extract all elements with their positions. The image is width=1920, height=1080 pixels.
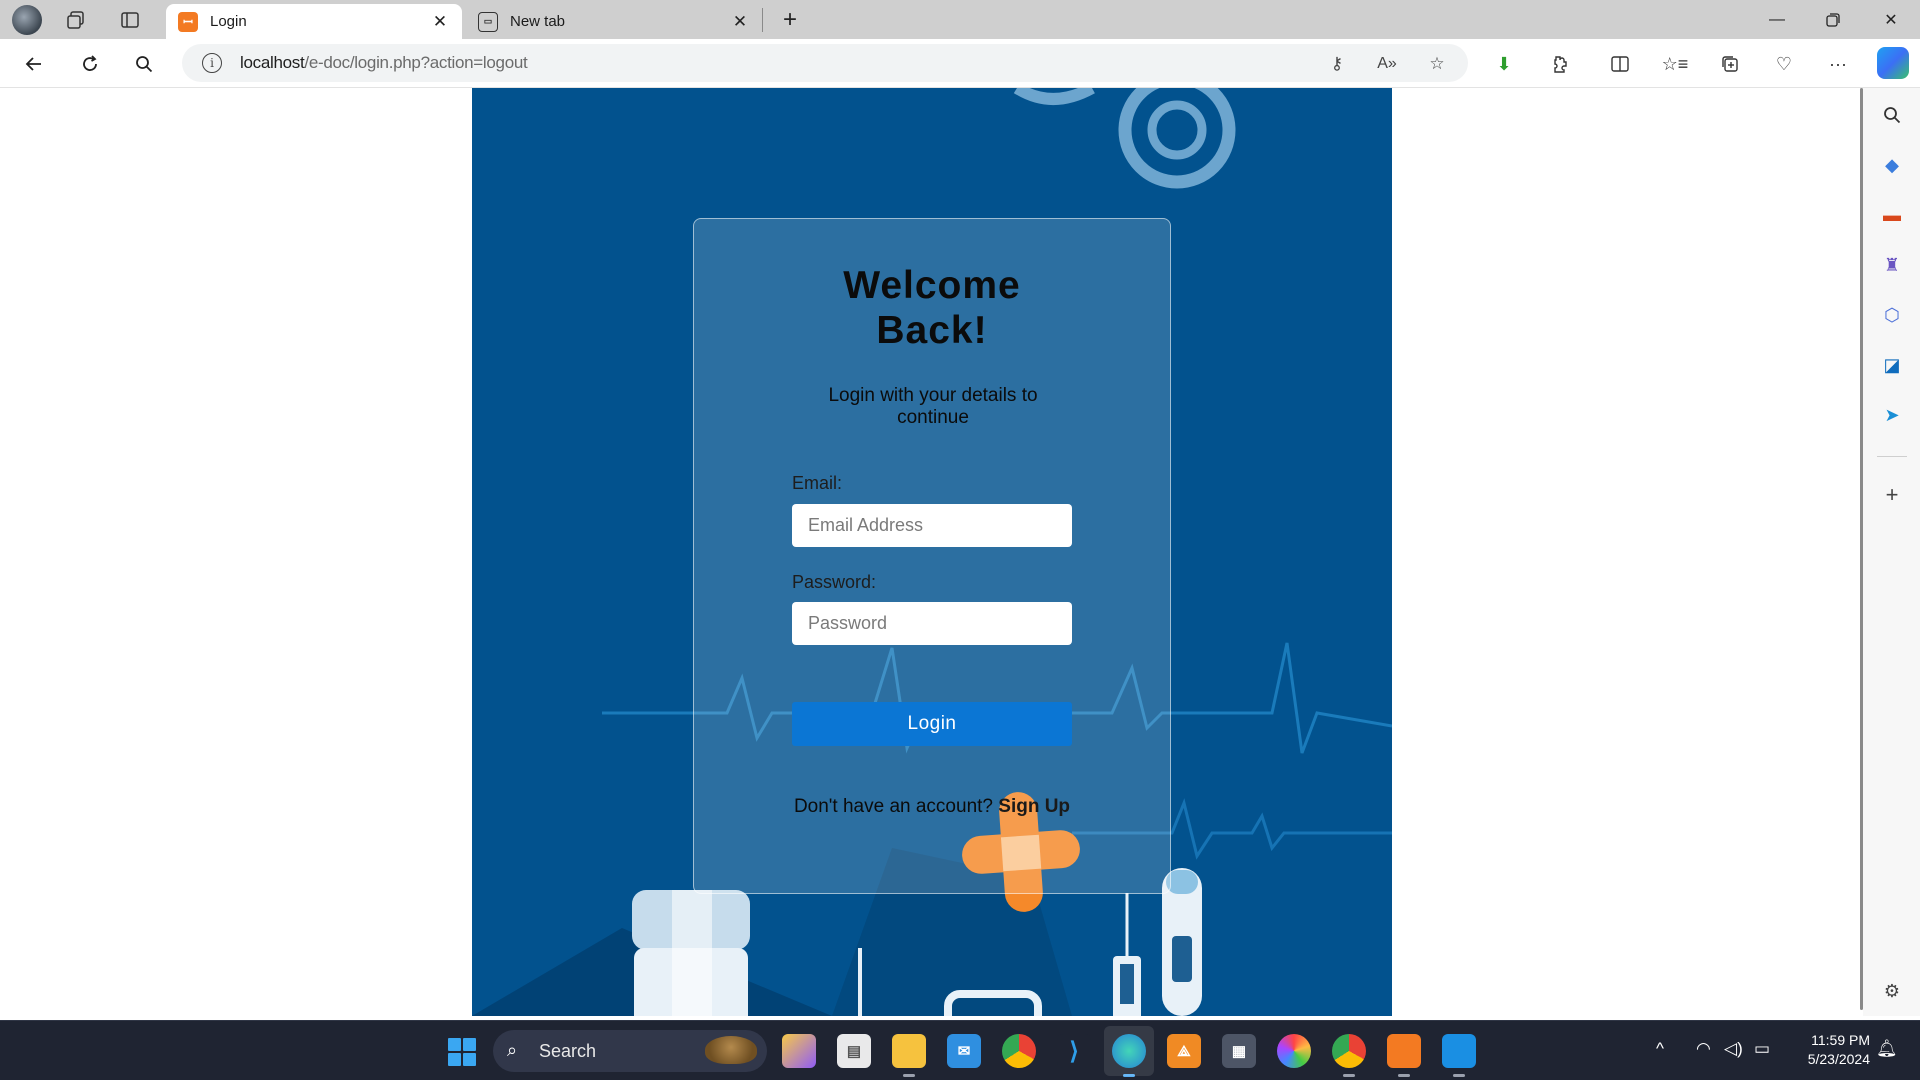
clock-date: 5/23/2024: [1807, 1051, 1870, 1067]
url-path: /e-doc/login.php?action=logout: [304, 53, 528, 72]
close-tab-icon[interactable]: ✕: [430, 12, 450, 32]
address-url: localhost/e-doc/login.php?action=logout: [240, 53, 528, 73]
clock-time: 11:59 PM: [1811, 1032, 1870, 1048]
new-tab-favicon-icon: ▭: [478, 11, 498, 32]
page-viewport: Welcome Back! Login with your details to…: [0, 88, 1862, 1016]
close-tab-icon[interactable]: ✕: [730, 12, 750, 32]
sidebar-search-icon[interactable]: [1879, 102, 1905, 128]
tab-label: New tab: [510, 13, 566, 30]
navigation-bar: i localhost/e-doc/login.php?action=logou…: [0, 39, 1920, 88]
read-aloud-icon[interactable]: A»: [1376, 53, 1398, 75]
split-screen-icon[interactable]: [1604, 48, 1636, 80]
outlook-icon[interactable]: ◪: [1879, 352, 1905, 378]
battery-icon[interactable]: ▭: [1754, 1039, 1770, 1059]
wifi-icon[interactable]: ◠: [1696, 1039, 1711, 1059]
site-info-icon[interactable]: i: [202, 53, 222, 73]
url-host: localhost: [240, 53, 305, 72]
mail-icon[interactable]: ✉: [947, 1034, 981, 1068]
edge-icon[interactable]: [1104, 1026, 1154, 1077]
login-subtitle: Login with your details to continue: [828, 385, 1038, 428]
edge-sidebar: ◆ ▬ ♜ ⬡ ◪ ➤ + ⚙: [1863, 88, 1920, 1016]
download-extension-icon[interactable]: ⬇: [1488, 48, 1520, 80]
taskbar-search-label: Search: [539, 1040, 597, 1061]
welcome-title-line1: Welcome: [843, 264, 1021, 307]
more-options-icon[interactable]: ···: [1822, 48, 1854, 80]
chrome-icon[interactable]: [1002, 1034, 1036, 1068]
volume-icon[interactable]: ◁): [1724, 1039, 1743, 1059]
xampp-favicon-icon: ꟷ: [178, 11, 198, 32]
copilot-icon[interactable]: [1877, 47, 1909, 79]
address-bar[interactable]: i localhost/e-doc/login.php?action=logou…: [182, 44, 1468, 82]
signup-prompt-text: Don't have an account?: [793, 796, 993, 817]
chrome-profile-icon[interactable]: [1332, 1034, 1366, 1077]
login-button[interactable]: Login: [792, 702, 1072, 746]
games-icon[interactable]: ♜: [1879, 252, 1905, 278]
welcome-title: Welcome Back!: [694, 263, 1170, 353]
password-input[interactable]: [792, 602, 1072, 645]
file-explorer-icon[interactable]: [892, 1034, 926, 1077]
telegram-icon[interactable]: ➤: [1879, 402, 1905, 428]
login-hero-background: Welcome Back! Login with your details to…: [472, 88, 1392, 1016]
browser-essentials-icon[interactable]: ♡: [1768, 48, 1800, 80]
taskbar-search-icon: ⌕: [507, 1040, 518, 1060]
signup-prompt-line: Don't have an account? Sign Up: [790, 795, 1074, 818]
tab-label: Login: [210, 13, 247, 30]
app-blue-icon[interactable]: [1442, 1034, 1476, 1077]
welcome-title-line2: Back!: [876, 309, 988, 352]
windows-start-icon[interactable]: [448, 1038, 476, 1066]
login-card: Welcome Back! Login with your details to…: [693, 218, 1171, 894]
tools-icon[interactable]: ▬: [1879, 202, 1905, 228]
collections-icon[interactable]: [1714, 48, 1746, 80]
minimize-icon[interactable]: —: [1750, 0, 1804, 39]
windows-taskbar: ⌕ Search ▤ ✉ ⟩ ⟁ ▦ ^ ◠ ◁) ▭ 11:59 PM 5/2…: [0, 1020, 1920, 1080]
back-arrow-icon[interactable]: [18, 48, 50, 80]
app-pentagon-icon[interactable]: [1277, 1034, 1311, 1068]
app-orange-icon[interactable]: ⟁: [1167, 1034, 1201, 1068]
xampp-icon[interactable]: [1387, 1034, 1421, 1077]
profile-avatar[interactable]: [12, 5, 42, 35]
close-window-icon[interactable]: ✕: [1864, 0, 1918, 39]
notification-bell-icon[interactable]: 🔔︎: [1876, 1039, 1898, 1059]
refresh-icon[interactable]: [74, 48, 106, 80]
browser-title-bar: ꟷ Login ✕ ▭ New tab ✕ + — ✕: [0, 0, 1920, 39]
email-input[interactable]: [792, 504, 1072, 547]
favorite-star-icon[interactable]: ☆: [1426, 53, 1448, 75]
shopping-tag-icon[interactable]: ◆: [1879, 152, 1905, 178]
vertical-tabs-icon[interactable]: [118, 8, 142, 32]
taskbar-clock[interactable]: 11:59 PM 5/23/2024: [1790, 1031, 1870, 1069]
add-sidebar-app-icon[interactable]: +: [1879, 482, 1905, 508]
show-hidden-icons-chevron-icon[interactable]: ^: [1656, 1039, 1664, 1059]
signup-link[interactable]: Sign Up: [998, 796, 1070, 817]
tab-new-tab[interactable]: ▭ New tab ✕: [466, 4, 762, 39]
vscode-icon[interactable]: ⟩: [1057, 1034, 1091, 1068]
search-highlight-turtle-icon: [705, 1036, 757, 1064]
restore-icon[interactable]: [1806, 0, 1860, 39]
taskbar-search[interactable]: ⌕ Search: [493, 1030, 767, 1072]
app-dashboard-icon[interactable]: ▦: [1222, 1034, 1256, 1068]
search-icon[interactable]: [128, 48, 160, 80]
key-icon[interactable]: ⚷: [1326, 53, 1348, 75]
favorites-icon[interactable]: ☆≡: [1659, 48, 1691, 80]
extensions-icon[interactable]: [1543, 48, 1575, 80]
tab-divider: [762, 8, 763, 32]
office-icon[interactable]: ⬡: [1879, 302, 1905, 328]
email-label: Email:: [792, 473, 843, 493]
app-copilot-pre-icon[interactable]: [782, 1034, 816, 1068]
workspaces-icon[interactable]: [64, 8, 88, 32]
tab-login[interactable]: ꟷ Login ✕: [166, 4, 462, 39]
sidebar-settings-gear-icon[interactable]: ⚙: [1879, 978, 1905, 1004]
task-view-icon[interactable]: ▤: [837, 1034, 871, 1068]
sidebar-divider: [1877, 456, 1907, 457]
new-tab-button[interactable]: +: [776, 6, 804, 34]
password-label: Password:: [792, 572, 877, 592]
